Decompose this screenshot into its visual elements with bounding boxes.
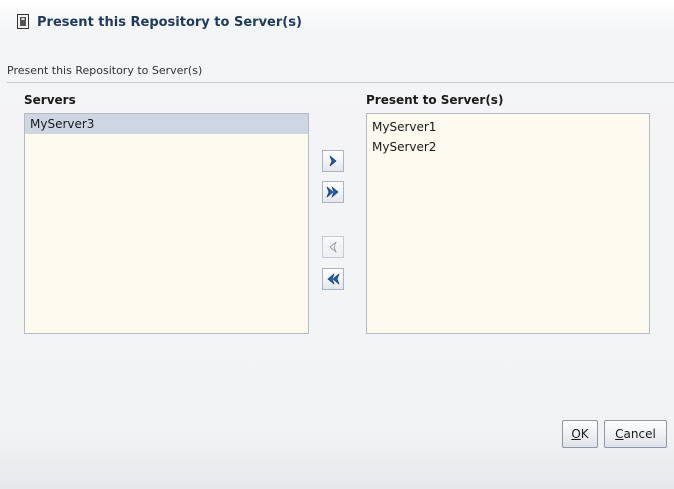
double-chevron-right-icon — [326, 186, 339, 198]
servers-header: Servers — [24, 93, 76, 107]
list-item[interactable]: MyServer3 — [25, 114, 308, 134]
list-item[interactable]: MyServer1 — [367, 117, 649, 137]
move-all-button[interactable] — [322, 181, 344, 203]
move-button[interactable] — [322, 150, 344, 172]
present-repository-dialog: Present this Repository to Server(s) Pre… — [0, 0, 674, 489]
present-to-servers-list[interactable]: MyServer1 MyServer2 — [366, 113, 650, 334]
ok-access-key: O — [571, 427, 581, 441]
cancel-access-key: C — [615, 427, 624, 441]
remove-button[interactable] — [322, 236, 344, 258]
ok-label: K — [580, 427, 589, 441]
available-servers-list[interactable]: MyServer3 — [24, 113, 309, 334]
remove-all-button[interactable] — [322, 268, 344, 290]
ok-button[interactable]: OK — [562, 420, 598, 448]
section-divider — [7, 82, 674, 83]
chevron-left-icon — [329, 241, 337, 253]
section-header: Present this Repository to Server(s) — [7, 64, 203, 77]
dialog-title-bar: Present this Repository to Server(s) — [0, 0, 674, 44]
double-chevron-left-icon — [327, 273, 340, 285]
cancel-label: ancel — [623, 427, 656, 441]
dialog-title: Present this Repository to Server(s) — [37, 15, 302, 30]
list-item[interactable]: MyServer2 — [367, 137, 649, 157]
present-to-servers-header: Present to Server(s) — [366, 93, 504, 107]
repository-icon — [17, 14, 29, 29]
chevron-right-icon — [329, 155, 337, 167]
cancel-button[interactable]: Cancel — [604, 420, 667, 448]
